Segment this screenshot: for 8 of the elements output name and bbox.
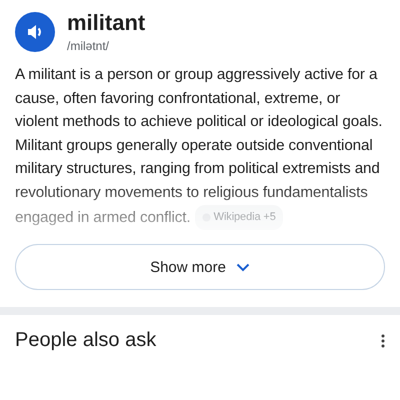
speaker-icon [26, 22, 44, 40]
more-options-icon[interactable] [381, 334, 385, 348]
speaker-button[interactable] [15, 12, 55, 52]
entry-word: militant [67, 10, 146, 36]
chevron-down-icon [236, 262, 250, 272]
section-title: People also ask [15, 329, 156, 352]
show-more-button[interactable]: Show more [15, 244, 385, 290]
pronunciation: /milətnt/ [67, 39, 110, 53]
